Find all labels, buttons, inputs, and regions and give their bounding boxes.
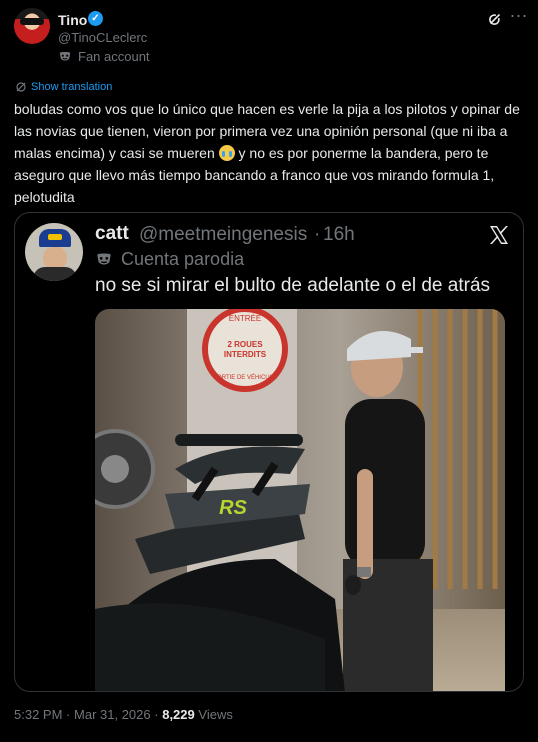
x-logo-icon xyxy=(490,226,508,244)
quoted-author-handle[interactable]: @meetmeingenesis xyxy=(139,224,307,246)
sign-line2-text: INTERDITS xyxy=(224,350,267,359)
theater-mask-icon xyxy=(59,51,71,60)
fan-account-label: Fan account xyxy=(58,49,150,64)
views-label: Views xyxy=(198,707,233,722)
theater-mask-icon xyxy=(97,253,111,264)
author-name[interactable]: Tino xyxy=(58,12,87,28)
roues-interdits-sign: ENTRÉE 2 ROUES INTERDITS SORTIE DE VÉHIC… xyxy=(202,309,288,392)
sign-arc-top-text: ENTRÉE xyxy=(229,314,261,323)
quoted-author-name[interactable]: catt xyxy=(95,223,129,245)
fan-account-text: Fan account xyxy=(78,49,150,64)
post-text: boludas como vos que lo único que hacen … xyxy=(14,98,526,208)
views-count[interactable]: 8,229 xyxy=(162,707,195,722)
meta-dot-1: · xyxy=(66,707,71,722)
quoted-timestamp[interactable]: 16h xyxy=(323,224,355,246)
show-translation-link[interactable]: Show translation xyxy=(16,81,112,93)
sign-line1-text: 2 ROUES xyxy=(227,340,263,349)
meta-dot-2: · xyxy=(154,707,159,722)
parody-label-text: Cuenta parodia xyxy=(121,249,245,269)
author-avatar[interactable] xyxy=(14,8,50,44)
verified-badge-icon: ✓ xyxy=(88,11,103,26)
post-date[interactable]: Mar 31, 2026 xyxy=(74,707,151,722)
quoted-post-text: no se si mirar el bulto de adelante o el… xyxy=(95,275,491,296)
quoted-post-card[interactable]: catt @meetmeingenesis · 16h Cuenta parod… xyxy=(14,212,524,692)
quoted-separator: · xyxy=(314,224,321,245)
sign-arc-bottom-text: SORTIE DE VÉHICULE xyxy=(213,374,277,381)
quoted-post-image[interactable]: ENTRÉE 2 ROUES INTERDITS SORTIE DE VÉHIC… xyxy=(95,309,505,691)
translate-icon xyxy=(16,82,26,92)
photo-scene: ENTRÉE 2 ROUES INTERDITS SORTIE DE VÉHIC… xyxy=(95,309,505,691)
grok-icon[interactable] xyxy=(486,10,504,28)
rs-badge-text: RS xyxy=(219,497,247,519)
post-time[interactable]: 5:32 PM xyxy=(14,707,62,722)
author-handle[interactable]: @TinoCLeclerc xyxy=(58,30,147,45)
show-translation-text[interactable]: Show translation xyxy=(31,81,112,93)
quoted-author-avatar[interactable] xyxy=(25,223,83,281)
parody-label: Cuenta parodia xyxy=(95,249,244,270)
loudly-crying-face-emoji-icon xyxy=(218,145,235,161)
more-options-icon[interactable]: ⋯ xyxy=(509,6,529,26)
post-metadata: 5:32 PM · Mar 31, 2026 · 8,229 Views xyxy=(14,707,233,722)
